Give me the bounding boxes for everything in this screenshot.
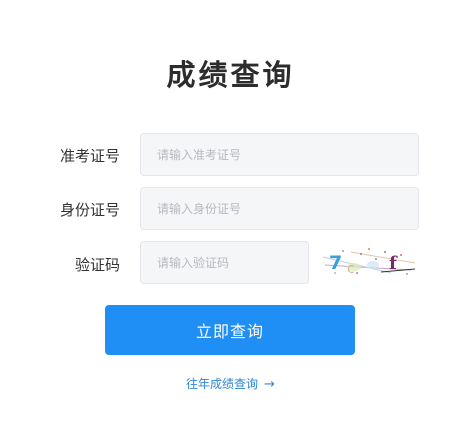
captcha-label: 验证码	[74, 256, 120, 274]
id-number-label: 身份证号	[59, 201, 120, 219]
past-scores-link[interactable]: 往年成绩查询 →	[0, 375, 461, 392]
score-query-page: 成绩查询 准考证号 身份证号 验证码	[0, 0, 471, 427]
query-submit-button[interactable]: 立即查询	[105, 305, 355, 355]
id-number-input[interactable]	[140, 187, 419, 230]
arrow-right-icon: →	[264, 377, 275, 392]
captcha-noise-graphic: 7 c f	[321, 243, 417, 281]
page-title: 成绩查询	[166, 58, 295, 92]
captcha-image[interactable]: 7 c f	[321, 243, 417, 281]
captcha-char-2: c	[347, 261, 355, 277]
captcha-input[interactable]	[140, 241, 309, 284]
exam-id-label: 准考证号	[59, 147, 120, 165]
past-scores-label: 往年成绩查询	[186, 377, 259, 391]
exam-id-input[interactable]	[140, 133, 419, 176]
captcha-char-1: 7	[329, 252, 342, 274]
captcha-char-3: f	[389, 253, 398, 274]
